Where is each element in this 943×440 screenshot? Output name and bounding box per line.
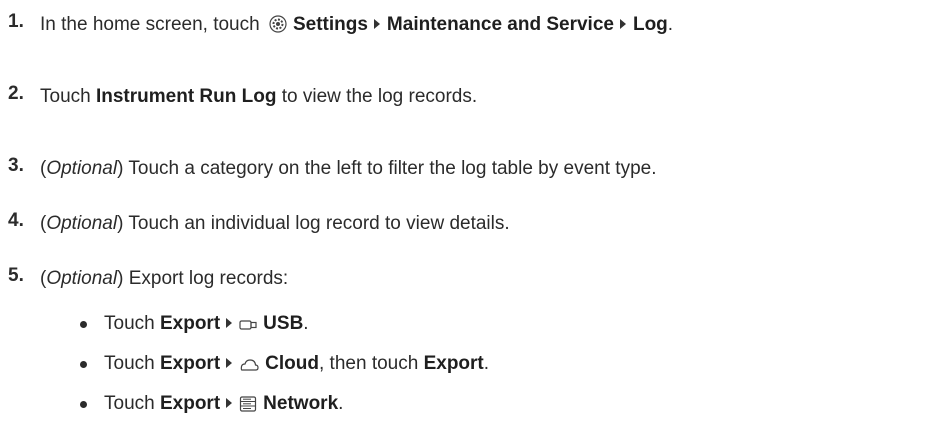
bullet-dot [80, 401, 87, 408]
step-text: Touch Instrument Run Log to view the log… [40, 86, 478, 107]
cloud-icon [239, 356, 259, 378]
arrow-right-icon [373, 19, 380, 29]
step-number: 4. [8, 210, 24, 231]
step-text: (Optional) Touch a category on the left … [40, 158, 657, 179]
step-text: In the home screen, touch Settings Mainte… [40, 14, 673, 39]
step-number: 1. [8, 11, 24, 32]
arrow-right-icon [226, 318, 233, 328]
arrow-right-icon [226, 358, 233, 368]
bullet-export-network: Touch Export Network. [80, 393, 343, 418]
bullet-export-usb: Touch Export USB. [80, 313, 309, 338]
usb-icon [239, 316, 257, 338]
bullet-dot [80, 321, 87, 328]
step-number: 2. [8, 83, 24, 104]
step-text: (Optional) Export log records: [40, 268, 289, 289]
network-icon [239, 396, 257, 418]
arrow-right-icon [619, 19, 626, 29]
settings-gear-icon [269, 15, 287, 39]
step-number: 3. [8, 155, 24, 176]
bullet-export-cloud: Touch Export Cloud, then touch Export. [80, 353, 489, 378]
bullet-dot [80, 361, 87, 368]
arrow-right-icon [226, 398, 233, 408]
step-text: (Optional) Touch an individual log recor… [40, 213, 510, 234]
step-number: 5. [8, 265, 24, 286]
